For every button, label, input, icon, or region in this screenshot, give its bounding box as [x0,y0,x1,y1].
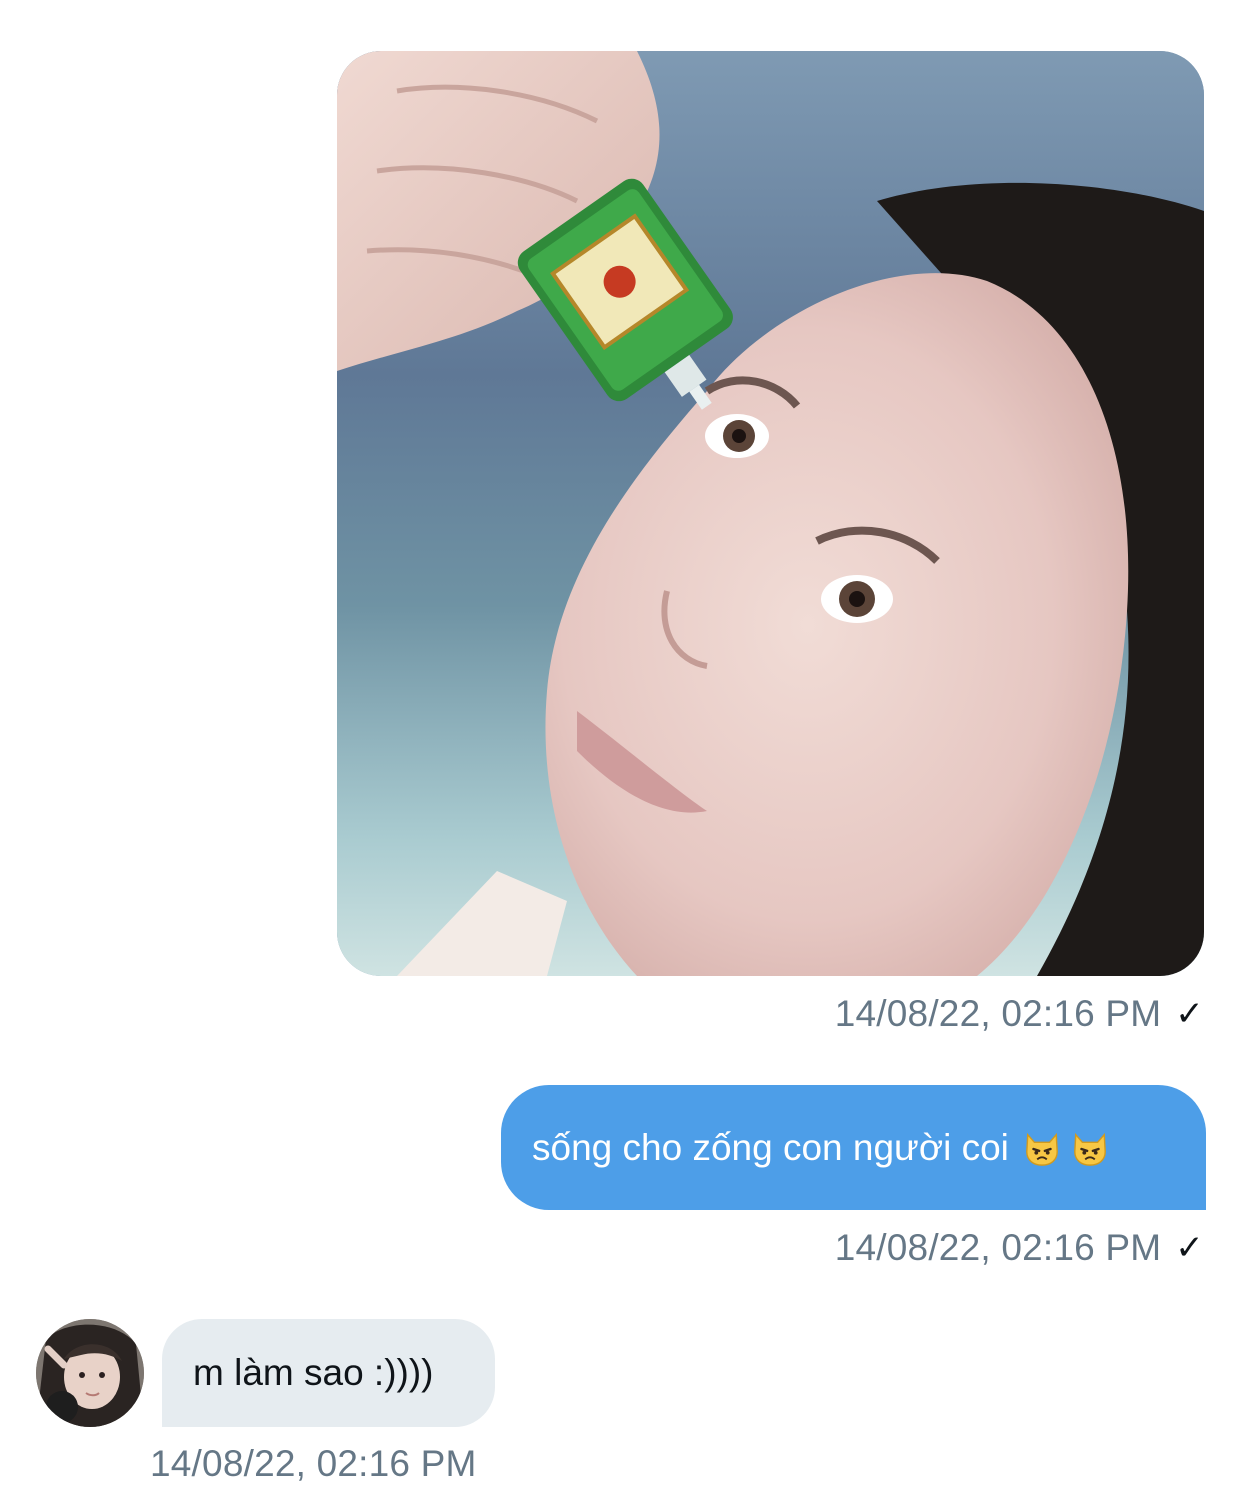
timestamp-text: 14/08/22, 02:16 PM [834,1227,1162,1268]
avatar-photo [36,1319,144,1427]
message-timestamp: 14/08/22, 02:16 PM [150,1443,477,1485]
message-text: m làm sao :)))) [193,1352,434,1393]
pouting-cat-icon [1025,1132,1058,1166]
sent-check-icon: ✓ [1175,994,1204,1034]
message-timestamp: 14/08/22, 02:16 PM ✓ [835,1227,1204,1269]
sent-text-bubble[interactable]: sống cho zống con người coi [501,1085,1206,1210]
message-timestamp: 14/08/22, 02:16 PM ✓ [835,993,1204,1035]
received-text-bubble[interactable]: m làm sao :)))) [162,1319,495,1427]
conversation-thread: 14/08/22, 02:16 PM ✓ sống cho zống con n… [0,0,1242,1494]
message-text: sống cho zống con người coi [532,1126,1009,1168]
meme-photo [337,51,1204,976]
timestamp-text: 14/08/22, 02:16 PM [834,993,1162,1034]
timestamp-text: 14/08/22, 02:16 PM [150,1443,477,1484]
user-avatar[interactable] [36,1319,144,1427]
pouting-cat-icon [1073,1132,1106,1166]
sent-check-icon: ✓ [1175,1228,1204,1268]
sent-image-message[interactable] [337,51,1204,976]
